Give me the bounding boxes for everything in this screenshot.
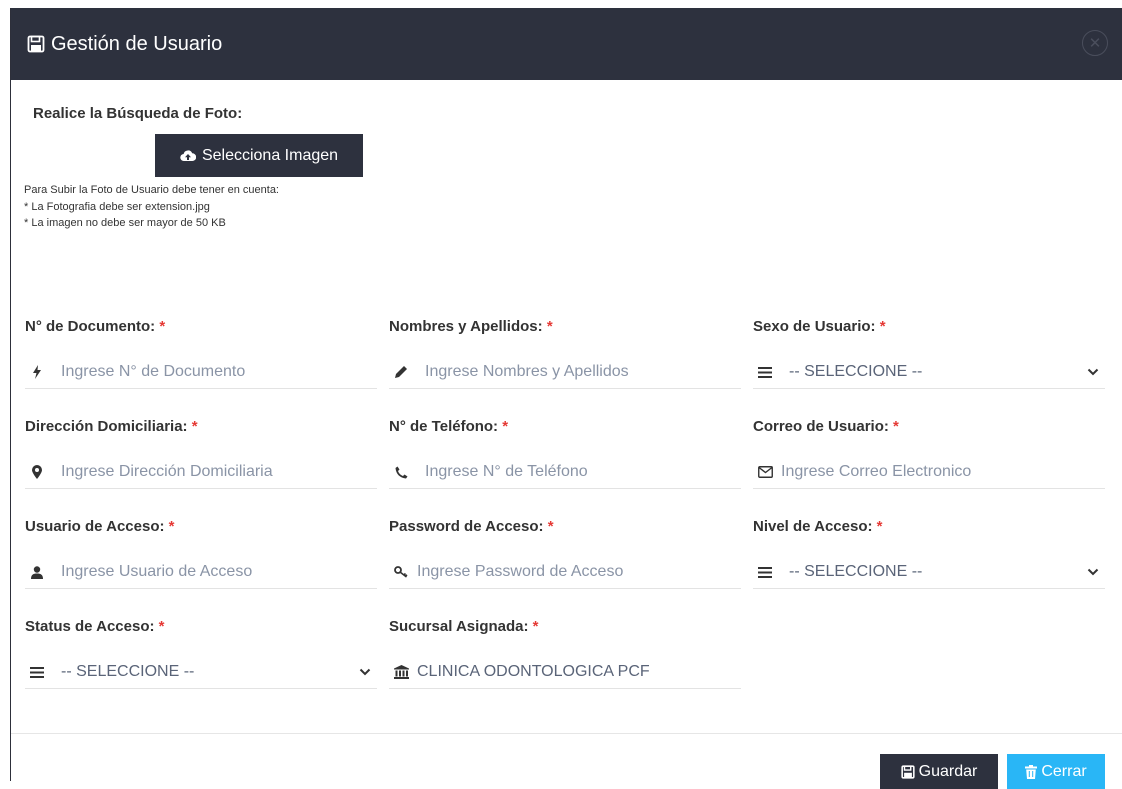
photo-note: Para Subir la Foto de Usuario debe tener… [24, 184, 279, 196]
chevron-down-icon [359, 662, 371, 676]
footer-divider [11, 733, 1122, 734]
required-mark: * [546, 318, 553, 335]
documento-placeholder: Ingrese N° de Documento [61, 363, 246, 380]
nivel-selected: -- SELECCIONE -- [789, 563, 923, 580]
field-status: Status de Acceso: * -- SELECCIONE -- [25, 618, 377, 689]
photo-title: Realice la Búsqueda de Foto: [33, 105, 243, 122]
sucursal-input[interactable]: CLINICA ODONTOLOGICA PCF [389, 656, 741, 689]
field-label: Sexo de Usuario: [753, 318, 876, 335]
field-label: Usuario de Acceso: [25, 518, 165, 535]
list-icon [25, 666, 49, 678]
required-mark: * [158, 618, 165, 635]
required-mark: * [159, 318, 166, 335]
field-telefono: N° de Teléfono: * Ingrese N° de Teléfono [389, 418, 741, 489]
nivel-select[interactable]: -- SELECCIONE -- [753, 556, 1105, 589]
list-icon [753, 566, 777, 578]
save-icon [27, 35, 45, 53]
field-label: Password de Acceso: [389, 518, 544, 535]
status-selected: -- SELECCIONE -- [61, 663, 195, 680]
usuario-placeholder: Ingrese Usuario de Acceso [61, 563, 253, 580]
field-sucursal: Sucursal Asignada: * CLINICA ODONTOLOGIC… [389, 618, 741, 689]
bank-icon [389, 665, 413, 679]
photo-note: * La imagen no debe ser mayor de 50 KB [24, 217, 226, 229]
required-mark: * [893, 418, 899, 435]
modal-title-text: Gestión de Usuario [51, 32, 223, 55]
telefono-input[interactable]: Ingrese N° de Teléfono [389, 456, 741, 489]
field-label: Sucursal Asignada: [389, 618, 529, 635]
password-placeholder: Ingrese Password de Acceso [417, 563, 624, 580]
field-label: Dirección Domiciliaria: [25, 418, 188, 435]
phone-icon [389, 466, 413, 479]
photo-note: * La Fotografia debe ser extension.jpg [24, 200, 210, 213]
save-label: Guardar [918, 762, 978, 780]
field-sexo: Sexo de Usuario: * -- SELECCIONE -- [753, 318, 1105, 389]
status-select[interactable]: -- SELECCIONE -- [25, 656, 377, 689]
field-nombres: Nombres y Apellidos: * Ingrese Nombres y… [389, 318, 741, 389]
save-icon [901, 764, 915, 779]
required-mark: * [502, 418, 509, 435]
modal-header: Gestión de Usuario ✕ [11, 8, 1122, 80]
field-correo: Correo de Usuario: * Ingrese Correo Elec… [753, 418, 1105, 489]
map-marker-icon [25, 465, 49, 479]
field-usuario: Usuario de Acceso: * Ingrese Usuario de … [25, 518, 377, 589]
required-mark: * [532, 618, 539, 635]
required-mark: * [547, 518, 554, 535]
list-icon [753, 366, 777, 378]
photo-notes: Para Subir la Foto de Usuario debe tener… [24, 182, 424, 232]
bolt-icon [25, 365, 49, 379]
field-label: Correo de Usuario: [753, 418, 889, 435]
field-password: Password de Acceso: * Ingrese Password d… [389, 518, 741, 589]
close-icon[interactable]: ✕ [1082, 30, 1108, 56]
user-management-modal: Gestión de Usuario ✕ Realice la Búsqueda… [10, 8, 1122, 789]
field-label: Nombres y Apellidos: [389, 318, 543, 335]
modal-title: Gestión de Usuario [27, 33, 222, 56]
pencil-icon [389, 365, 413, 379]
sexo-selected: -- SELECCIONE -- [789, 363, 923, 380]
sucursal-value: CLINICA ODONTOLOGICA PCF [417, 663, 650, 680]
close-label: Cerrar [1041, 762, 1087, 780]
nombres-input[interactable]: Ingrese Nombres y Apellidos [389, 356, 741, 389]
correo-placeholder: Ingrese Correo Electronico [781, 463, 972, 480]
select-image-button[interactable]: Selecciona Imagen [155, 134, 363, 177]
direccion-input[interactable]: Ingrese Dirección Domiciliaria [25, 456, 377, 489]
required-mark: * [191, 418, 198, 435]
close-button[interactable]: Cerrar [1007, 754, 1105, 789]
select-image-label: Selecciona Imagen [201, 146, 339, 164]
required-mark: * [879, 318, 886, 335]
save-button[interactable]: Guardar [880, 754, 998, 789]
field-label: N° de Documento: [25, 318, 156, 335]
chevron-down-icon [1087, 362, 1099, 376]
direccion-placeholder: Ingrese Dirección Domiciliaria [61, 463, 273, 480]
required-mark: * [876, 518, 883, 535]
telefono-placeholder: Ingrese N° de Teléfono [425, 463, 588, 480]
sexo-select[interactable]: -- SELECCIONE -- [753, 356, 1105, 389]
cloud-upload-icon [180, 149, 196, 162]
nombres-placeholder: Ingrese Nombres y Apellidos [425, 363, 629, 380]
correo-input[interactable]: Ingrese Correo Electronico [753, 456, 1105, 489]
required-mark: * [168, 518, 175, 535]
envelope-icon [753, 466, 777, 478]
field-label: N° de Teléfono: [389, 418, 499, 435]
field-label: Status de Acceso: [25, 618, 155, 635]
field-documento: N° de Documento: * Ingrese N° de Documen… [25, 318, 377, 389]
trash-icon [1025, 764, 1038, 779]
documento-input[interactable]: Ingrese N° de Documento [25, 356, 377, 389]
usuario-input[interactable]: Ingrese Usuario de Acceso [25, 556, 377, 589]
photo-section: Realice la Búsqueda de Foto: Selecciona … [24, 105, 363, 229]
password-input[interactable]: Ingrese Password de Acceso [389, 556, 741, 589]
user-icon [25, 565, 49, 579]
field-direccion: Dirección Domiciliaria: * Ingrese Direcc… [25, 418, 377, 489]
key-icon [389, 566, 413, 578]
field-label: Nivel de Acceso: [753, 518, 873, 535]
chevron-down-icon [1087, 562, 1099, 576]
field-nivel: Nivel de Acceso: * -- SELECCIONE -- [753, 518, 1105, 589]
